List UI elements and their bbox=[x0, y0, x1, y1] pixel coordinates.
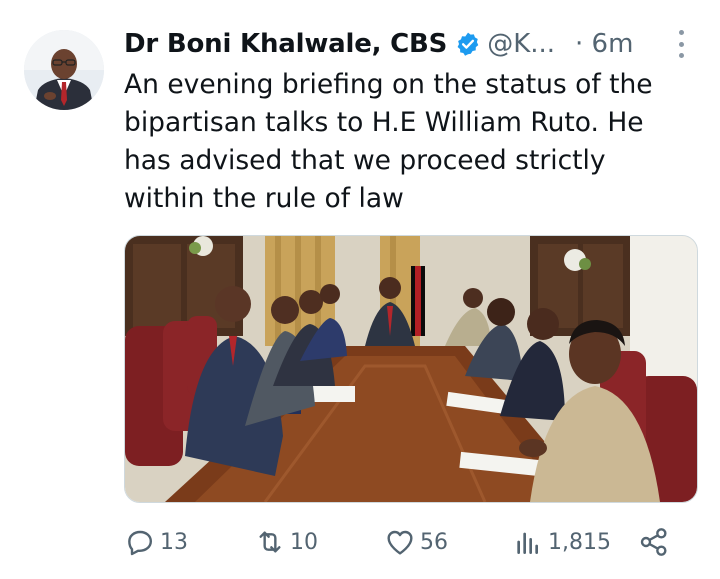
tweet-text-line: An evening briefing on the status of the bbox=[124, 69, 653, 100]
retweet-icon bbox=[259, 531, 281, 553]
tweet-text-line: bipartisan talks to H.E William Ruto. He bbox=[124, 107, 644, 138]
avatar-photo bbox=[24, 30, 104, 110]
share-button[interactable] bbox=[638, 522, 674, 562]
verified-badge-icon bbox=[455, 31, 481, 57]
tweet-timestamp[interactable]: · 6m bbox=[575, 29, 633, 59]
tweet-text-line: has advised that we proceed strictly bbox=[124, 145, 606, 176]
tweet-text-line: within the rule of law bbox=[124, 183, 404, 214]
more-dot bbox=[678, 30, 684, 35]
like-button[interactable]: 56 bbox=[384, 522, 448, 562]
reply-count: 13 bbox=[160, 529, 188, 555]
tweet-header: Dr Boni Khalwale, CBS @K... · 6m bbox=[124, 24, 690, 64]
more-dot bbox=[678, 53, 684, 58]
views-count: 1,815 bbox=[548, 529, 611, 555]
tweet-text: An evening briefing on the status of the… bbox=[124, 66, 694, 218]
retweet-count: 10 bbox=[290, 529, 318, 555]
author-avatar[interactable] bbox=[24, 30, 104, 110]
retweet-button[interactable]: 10 bbox=[254, 522, 318, 562]
author-handle[interactable]: @K... bbox=[487, 29, 555, 59]
views-chart-icon bbox=[517, 532, 538, 554]
more-options-icon[interactable] bbox=[676, 30, 686, 58]
more-dot bbox=[678, 41, 684, 47]
share-icon bbox=[640, 528, 667, 556]
meeting-photo bbox=[125, 236, 697, 502]
tweet-card[interactable]: Dr Boni Khalwale, CBS @K... · 6m An even… bbox=[0, 0, 720, 579]
author-name[interactable]: Dr Boni Khalwale, CBS bbox=[124, 29, 447, 59]
views-button[interactable]: 1,815 bbox=[512, 522, 611, 562]
heart-icon bbox=[387, 530, 413, 555]
tweet-media-photo[interactable] bbox=[124, 235, 698, 503]
like-count: 56 bbox=[420, 529, 448, 555]
reply-button[interactable]: 13 bbox=[124, 522, 188, 562]
tweet-action-bar: 13 10 56 1,815 bbox=[124, 522, 684, 562]
reply-icon bbox=[128, 530, 152, 556]
